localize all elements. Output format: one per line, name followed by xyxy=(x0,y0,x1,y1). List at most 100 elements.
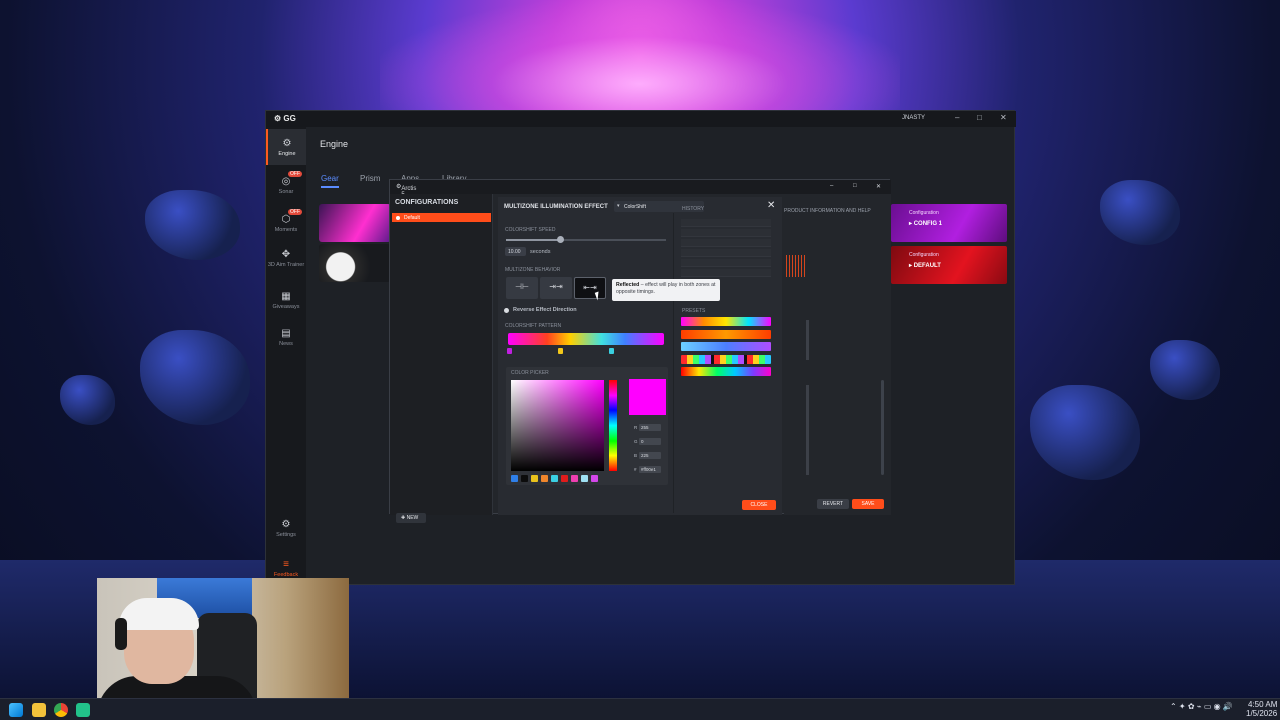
chrome-icon[interactable] xyxy=(54,703,68,717)
color-swatch[interactable] xyxy=(541,475,548,482)
scrollbar[interactable] xyxy=(881,380,884,475)
behavior-tooltip: Reflected – effect will play in both zon… xyxy=(612,279,720,301)
revert-button[interactable]: REVERT xyxy=(817,499,849,509)
color-swatch[interactable] xyxy=(521,475,528,482)
headset-device-card[interactable] xyxy=(319,244,391,282)
config-item-default[interactable]: Default xyxy=(392,213,491,222)
tab-gear[interactable]: Gear xyxy=(321,174,339,183)
configurations-panel: CONFIGURATIONS Default ✚ NEW xyxy=(390,194,493,523)
speed-slider-handle[interactable] xyxy=(557,236,565,243)
close-effect-button[interactable]: CLOSE xyxy=(742,500,776,510)
config-card-default[interactable]: Configuration ▸ DEFAULT xyxy=(891,246,1007,284)
dialog-title: ⚙ Arctis 5 xyxy=(396,183,416,198)
clock-time[interactable]: 4:50 AM xyxy=(1248,700,1277,709)
close-icon[interactable]: ✕ xyxy=(767,200,775,211)
color-swatch[interactable] xyxy=(511,475,518,482)
maximize-button[interactable]: □ xyxy=(977,113,982,122)
history-row[interactable] xyxy=(681,269,771,277)
user-name[interactable]: JNASTY xyxy=(902,115,925,121)
r-label: R xyxy=(634,425,638,430)
gradient-stop[interactable] xyxy=(507,348,512,354)
reverse-direction-checkbox[interactable] xyxy=(504,308,509,313)
device-settings-panel xyxy=(784,194,891,515)
speed-label: COLORSHIFT SPEED xyxy=(505,227,556,233)
illumination-effect-panel: MULTIZONE ILLUMINATION EFFECT ▾ ColorShi… xyxy=(498,197,782,515)
gift-icon: ▦ xyxy=(281,291,291,302)
dialog-close-button[interactable]: ✕ xyxy=(876,183,881,190)
preset-gradient[interactable] xyxy=(681,367,771,376)
app-icon[interactable] xyxy=(76,703,90,717)
nav-engine[interactable]: ⚙ Engine xyxy=(266,129,306,165)
product-info-link[interactable]: PRODUCT INFORMATION AND HELP xyxy=(784,208,871,214)
speed-input[interactable]: 10.00 xyxy=(505,247,526,256)
history-row[interactable] xyxy=(681,249,771,257)
audio-wave xyxy=(786,255,806,277)
preset-gradient[interactable] xyxy=(681,342,771,351)
colorshift-pattern-bar[interactable] xyxy=(508,333,664,345)
gradient-stop[interactable] xyxy=(609,348,614,354)
behavior-icon: ⊣⊢ xyxy=(515,282,529,291)
tooltip-title: Reflected xyxy=(616,282,640,288)
behavior-option-2[interactable]: ⇥⇥ xyxy=(540,277,572,299)
config-card-config-1[interactable]: Configuration ▸ CONFIG 1 xyxy=(891,204,1007,242)
hue-slider[interactable] xyxy=(609,380,617,471)
save-button[interactable]: SAVE xyxy=(852,499,884,509)
windows-start-icon[interactable] xyxy=(9,703,23,717)
new-config-button[interactable]: ✚ NEW xyxy=(396,513,426,523)
behavior-option-1[interactable]: ⊣⊢ xyxy=(506,277,538,299)
nav-label: Engine xyxy=(278,151,296,157)
b-input[interactable]: 225 xyxy=(639,452,661,459)
news-icon: ▤ xyxy=(281,328,291,339)
color-swatch[interactable] xyxy=(531,475,538,482)
picker-label: COLOR PICKER xyxy=(511,370,549,376)
nebula-background xyxy=(380,0,900,120)
color-swatch[interactable] xyxy=(571,475,578,482)
hex-label: # xyxy=(634,467,637,472)
reverse-direction-label[interactable]: Reverse Effect Direction xyxy=(513,307,577,313)
history-row[interactable] xyxy=(681,239,771,247)
minimize-button[interactable]: – xyxy=(955,113,959,122)
config-card-name-text: CONFIG 1 xyxy=(913,221,943,227)
hex-input[interactable]: #ff00e1 xyxy=(639,466,661,473)
saturation-area[interactable] xyxy=(511,380,604,471)
eq-slider[interactable] xyxy=(806,320,809,360)
close-button[interactable]: ✕ xyxy=(1000,113,1007,122)
color-preview xyxy=(629,379,666,415)
config-item-label: Default xyxy=(404,215,420,221)
file-explorer-icon[interactable] xyxy=(32,703,46,717)
dialog-titlebar: ⚙ Arctis 5 – □ ✕ xyxy=(390,180,891,198)
keyboard-device-card[interactable] xyxy=(319,204,391,242)
color-swatch[interactable] xyxy=(581,475,588,482)
g-input[interactable]: 0 xyxy=(639,438,661,445)
tab-prism[interactable]: Prism xyxy=(360,174,380,183)
configurations-title: CONFIGURATIONS xyxy=(395,199,459,206)
history-row[interactable] xyxy=(681,229,771,237)
preset-gradient[interactable] xyxy=(681,354,771,364)
color-swatch[interactable] xyxy=(551,475,558,482)
nav-giveaways[interactable]: ▦ Giveaways xyxy=(266,289,306,319)
color-swatch[interactable] xyxy=(561,475,568,482)
nav-moments[interactable]: OFF ⬡ Moments xyxy=(266,209,306,239)
behavior-option-reflected[interactable]: ⇤⇥ xyxy=(574,277,606,299)
nav-sonar[interactable]: OFF ◎ Sonar xyxy=(266,171,306,201)
gradient-stop[interactable] xyxy=(558,348,563,354)
dialog-minimize-button[interactable]: – xyxy=(830,183,833,189)
gg-titlebar: ⚙ GG JNASTY – □ ✕ xyxy=(266,111,1016,127)
speed-slider[interactable] xyxy=(506,236,666,243)
arctis-dialog: ⚙ Arctis 5 – □ ✕ CONFIGURATIONS Default … xyxy=(389,179,891,523)
eq-slider[interactable] xyxy=(806,385,809,475)
nav-3d-aim-trainer[interactable]: ✥ 3D Aim Trainer xyxy=(266,247,306,287)
preset-gradient[interactable] xyxy=(681,329,771,339)
config-card-name: ▸ CONFIG 1 xyxy=(909,221,943,227)
history-row[interactable] xyxy=(681,259,771,267)
preset-gradient[interactable] xyxy=(681,317,771,326)
asteroid xyxy=(140,330,250,425)
r-input[interactable]: 255 xyxy=(639,424,661,431)
history-row[interactable] xyxy=(681,219,771,227)
clock-date[interactable]: 1/5/2026 xyxy=(1246,709,1277,718)
color-swatch[interactable] xyxy=(591,475,598,482)
nav-news[interactable]: ▤ News xyxy=(266,326,306,356)
tray-icons[interactable]: ⌃ ✦ ✿ ⌁ ▭ ◉ 🔊 xyxy=(1170,702,1233,711)
dialog-maximize-button[interactable]: □ xyxy=(853,183,857,189)
nav-settings[interactable]: ⚙ Settings xyxy=(266,517,306,545)
